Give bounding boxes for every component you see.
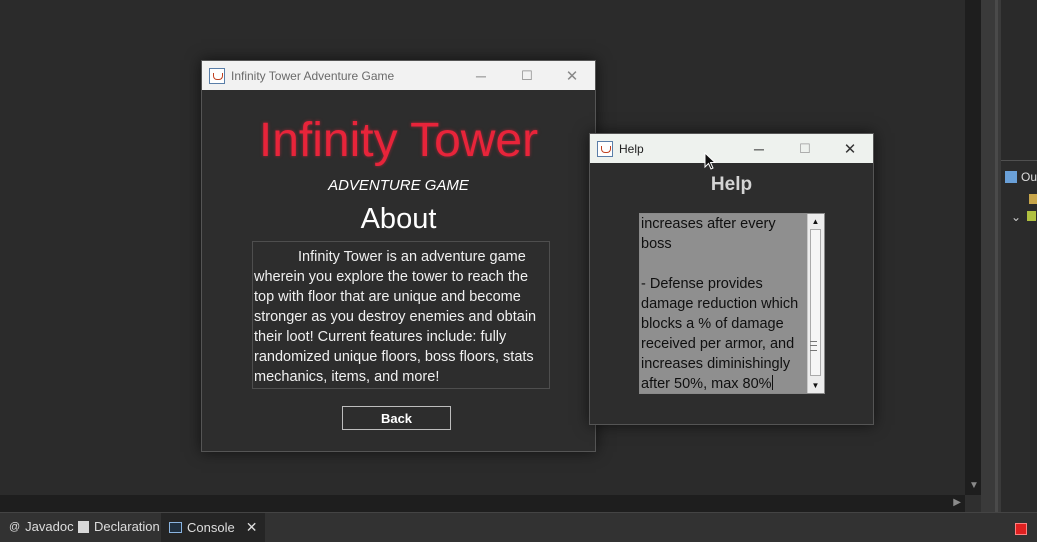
panel-divider xyxy=(981,0,1001,512)
editor-vertical-scrollbar[interactable]: ▼ xyxy=(965,0,981,495)
outline-tree-row[interactable]: ⌄ xyxy=(1011,210,1037,224)
help-heading: Help xyxy=(710,174,753,195)
scroll-down-icon[interactable]: ▼ xyxy=(810,379,821,392)
scroll-down-icon[interactable]: ▼ xyxy=(969,480,979,491)
tab-console[interactable]: Console ✕ xyxy=(161,513,266,542)
terminate-icon[interactable] xyxy=(1015,523,1027,535)
help-titlebar[interactable]: Help ─ ☐ ✕ xyxy=(590,134,873,163)
panel-divider-line xyxy=(995,0,998,512)
maximize-button[interactable]: ☐ xyxy=(782,134,828,163)
help-text-area[interactable]: increases after every boss - Defense pro… xyxy=(639,213,825,394)
bottom-tab-bar: @ Javadoc Declaration Console ✕ xyxy=(0,512,1037,542)
about-text-area[interactable]: Infinity Tower is an adventure game wher… xyxy=(252,241,550,389)
about-body: Infinity Tower is an adventure game wher… xyxy=(254,249,537,385)
scroll-right-icon[interactable]: ▶ xyxy=(953,497,961,508)
about-titlebar[interactable]: Infinity Tower Adventure Game ─ ☐ ✕ xyxy=(202,61,595,90)
maximize-button[interactable]: ☐ xyxy=(504,61,550,90)
about-heading: About xyxy=(360,203,437,235)
scroll-thumb[interactable] xyxy=(810,229,821,376)
close-button[interactable]: ✕ xyxy=(827,134,873,163)
java-icon xyxy=(597,140,613,157)
grip-icon xyxy=(810,341,817,351)
text-caret xyxy=(771,375,773,390)
right-panel-top xyxy=(1001,0,1037,161)
outline-panel: Ou ⌄ xyxy=(1001,0,1037,512)
help-window: Help ─ ☐ ✕ Help increases after every bo… xyxy=(589,133,874,425)
close-button[interactable]: ✕ xyxy=(549,61,595,90)
javadoc-icon: @ xyxy=(9,520,21,533)
minimize-button[interactable]: ─ xyxy=(458,61,504,90)
console-icon xyxy=(169,522,182,533)
help-scrollbar[interactable]: ▲ ▼ xyxy=(807,214,824,393)
declaration-icon xyxy=(78,520,89,533)
about-window: Infinity Tower Adventure Game ─ ☐ ✕ Infi… xyxy=(201,60,596,452)
outline-tab[interactable]: Ou xyxy=(1005,170,1037,184)
close-icon[interactable]: ✕ xyxy=(246,519,258,536)
outline-icon xyxy=(1005,171,1017,183)
editor-horizontal-scrollbar[interactable]: ▶ xyxy=(0,495,965,512)
java-icon xyxy=(209,67,225,84)
help-text: increases after every boss - Defense pro… xyxy=(641,216,799,392)
tab-javadoc[interactable]: @ Javadoc xyxy=(9,519,74,534)
back-button[interactable]: Back xyxy=(342,406,451,430)
game-subtitle: ADVENTURE GAME xyxy=(328,177,469,194)
tab-declaration[interactable]: Declaration xyxy=(78,519,160,534)
scroll-up-icon[interactable]: ▲ xyxy=(810,215,821,228)
minimize-button[interactable]: ─ xyxy=(736,134,782,163)
outline-item-icon xyxy=(1029,194,1037,204)
package-icon xyxy=(1027,211,1037,221)
game-title: Infinity Tower xyxy=(258,114,539,167)
mouse-cursor-icon xyxy=(704,151,717,176)
